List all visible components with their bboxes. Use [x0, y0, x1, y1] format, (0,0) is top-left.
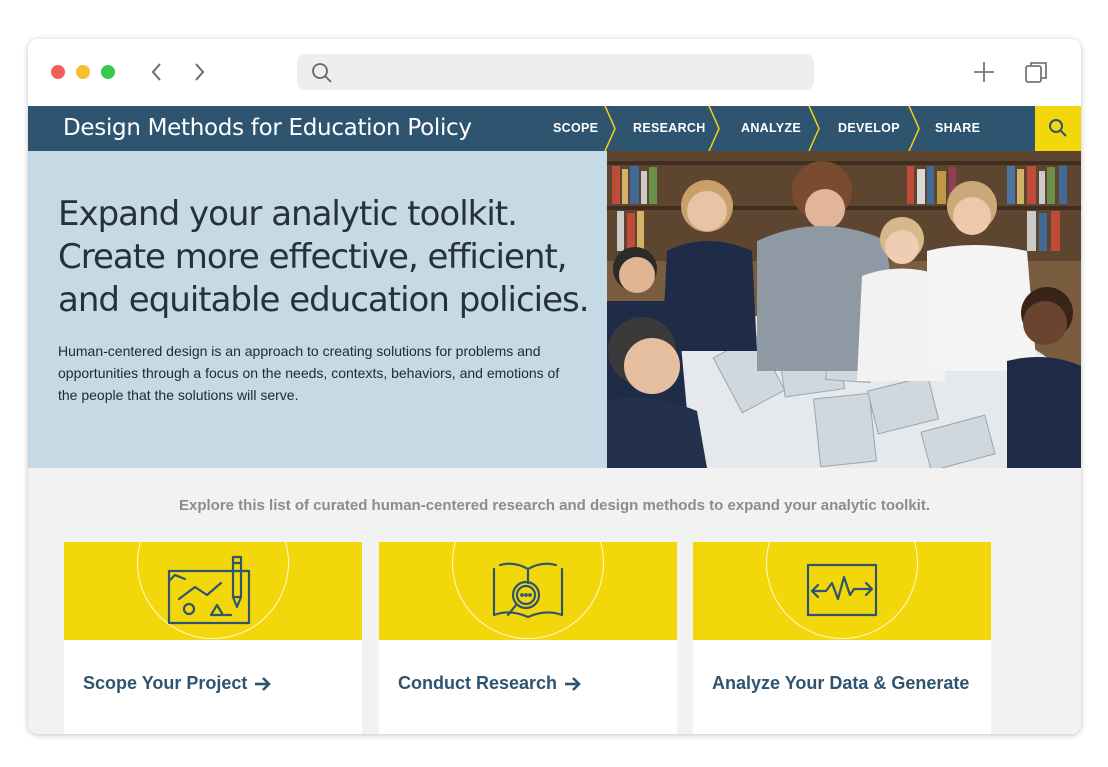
card-conduct-research[interactable]: Conduct Research — [379, 542, 677, 734]
hero-panel: Expand your analytic toolkit. Create mor… — [28, 151, 607, 468]
address-bar[interactable] — [297, 54, 814, 90]
minimize-window-button[interactable] — [76, 65, 90, 79]
card-analyze-data[interactable]: Analyze Your Data & Generate — [693, 542, 991, 734]
card-title-text: Scope Your Project — [83, 673, 248, 693]
nav-separator — [604, 106, 616, 151]
classroom-illustration — [607, 151, 1081, 468]
card-title-text: Analyze Your Data & Generate — [712, 673, 970, 693]
hero-photo-classroom — [607, 151, 1081, 468]
card-icon-band — [64, 542, 362, 640]
arrow-right-icon — [255, 677, 272, 692]
card-title[interactable]: Scope Your Project — [83, 673, 272, 694]
browser-toolbar — [28, 39, 1081, 106]
tabs-icon[interactable] — [1023, 59, 1049, 85]
hero-headline: Expand your analytic toolkit. Create mor… — [58, 193, 590, 322]
card-icon-band — [379, 542, 677, 640]
site-title[interactable]: Design Methods for Education Policy — [63, 115, 472, 141]
website: Design Methods for Education Policy SCOP… — [28, 106, 1081, 734]
nav-separator — [808, 106, 820, 151]
hero-headline-line: Create more effective, efficient, — [58, 237, 568, 277]
card-icon-band — [693, 542, 991, 640]
explore-intro: Explore this list of curated human-cente… — [179, 497, 930, 514]
site-search-button[interactable] — [1035, 106, 1081, 151]
browser-window: Design Methods for Education Policy SCOP… — [28, 39, 1081, 734]
hero-headline-line: Expand your analytic toolkit. — [58, 194, 518, 234]
nav-scope[interactable]: SCOPE — [553, 106, 598, 151]
nav-research[interactable]: RESEARCH — [633, 106, 706, 151]
nav-separator — [908, 106, 920, 151]
hero-description: Human-centered design is an approach to … — [58, 343, 560, 403]
new-tab-icon[interactable] — [971, 59, 997, 85]
close-window-button[interactable] — [51, 65, 65, 79]
back-icon[interactable] — [145, 59, 169, 85]
hero-headline-line: and equitable education policies. — [58, 280, 590, 320]
nav-develop[interactable]: DEVELOP — [838, 106, 900, 151]
card-title[interactable]: Conduct Research — [398, 673, 582, 694]
card-title[interactable]: Analyze Your Data & Generate — [712, 673, 969, 694]
pulse-monitor-icon — [806, 563, 878, 617]
search-icon — [1049, 119, 1067, 137]
nav-separator — [708, 106, 720, 151]
search-icon — [312, 63, 332, 83]
forward-icon[interactable] — [187, 59, 211, 85]
chart-pencil-icon — [167, 555, 251, 625]
nav-share[interactable]: SHARE — [935, 106, 980, 151]
nav-analyze[interactable]: ANALYZE — [741, 106, 801, 151]
site-header: Design Methods for Education Policy SCOP… — [28, 106, 1081, 151]
book-magnifier-icon — [492, 562, 564, 619]
card-title-text: Conduct Research — [398, 673, 558, 693]
card-scope-project[interactable]: Scope Your Project — [64, 542, 362, 734]
methods-section: Explore this list of curated human-cente… — [28, 468, 1081, 734]
arrow-right-icon — [565, 677, 581, 692]
maximize-window-button[interactable] — [101, 65, 115, 79]
